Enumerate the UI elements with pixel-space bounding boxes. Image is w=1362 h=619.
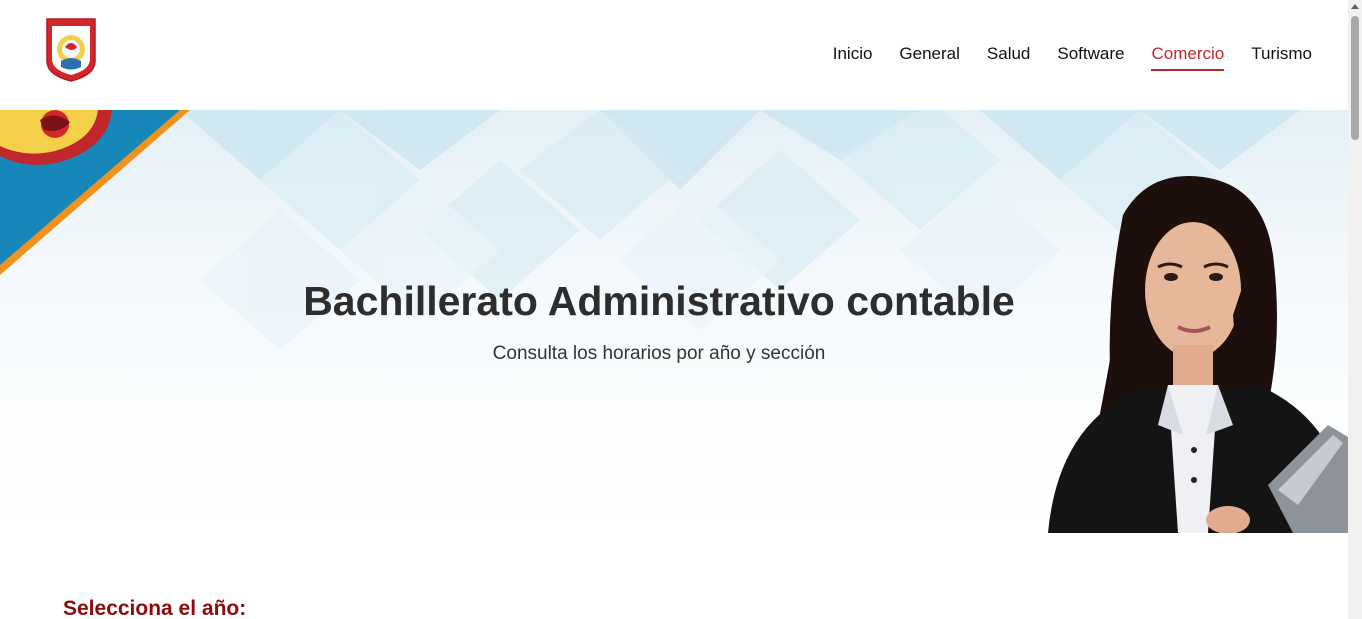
school-corner-badge xyxy=(0,110,190,275)
nav-item-software[interactable]: Software xyxy=(1057,44,1124,71)
page-scrollbar[interactable] xyxy=(1348,0,1362,619)
nav-item-salud[interactable]: Salud xyxy=(987,44,1030,71)
site-header: Inicio General Salud Software Comercio T… xyxy=(0,0,1348,110)
nav-item-inicio[interactable]: Inicio xyxy=(833,44,873,71)
select-year-heading: Selecciona el año: xyxy=(63,597,247,619)
nav-item-comercio[interactable]: Comercio xyxy=(1151,44,1225,71)
hero-banner: Bachillerato Administrativo contable Con… xyxy=(0,110,1348,533)
scroll-up-arrow-icon[interactable] xyxy=(1351,4,1359,9)
school-logo[interactable] xyxy=(45,17,97,83)
main-nav: Inicio General Salud Software Comercio T… xyxy=(833,44,1312,71)
nav-item-general[interactable]: General xyxy=(899,44,959,71)
student-photo xyxy=(1048,176,1348,533)
nav-item-turismo[interactable]: Turismo xyxy=(1251,44,1312,71)
scrollbar-thumb[interactable] xyxy=(1351,16,1359,140)
